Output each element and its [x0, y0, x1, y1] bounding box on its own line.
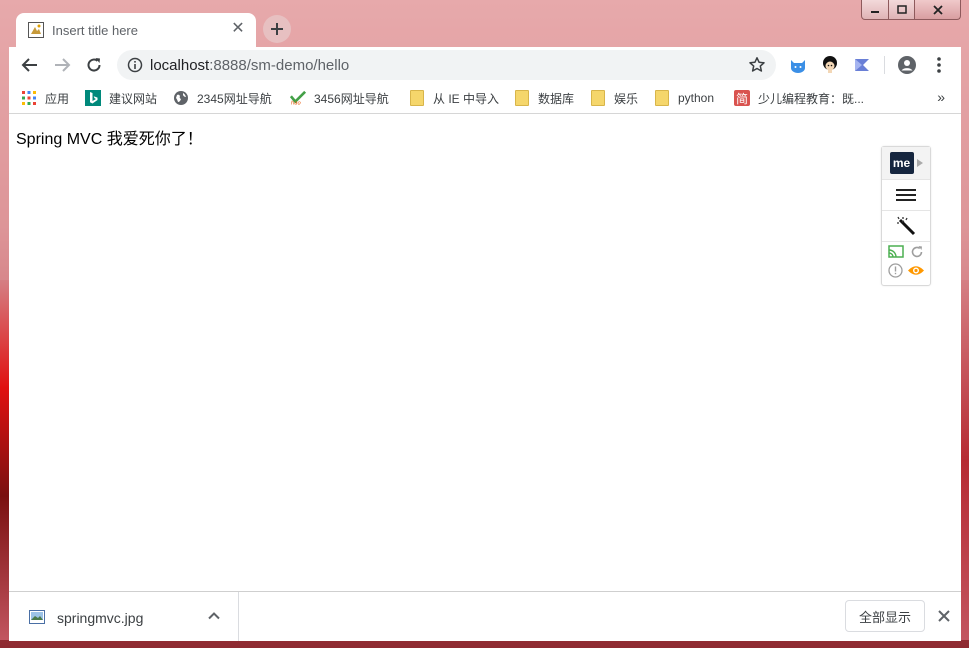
back-button[interactable] [19, 54, 41, 76]
maximize-button[interactable] [889, 0, 915, 20]
eye-icon[interactable] [907, 264, 925, 282]
cat-extension-icon [791, 60, 805, 73]
bookmark-suggested-sites[interactable]: 建议网站 [85, 89, 157, 107]
arrow-left-icon [21, 58, 37, 72]
download-file-name: springmvc.jpg [57, 610, 144, 626]
show-all-downloads-button[interactable]: 全部显示 [845, 600, 925, 632]
url-path: :8888/sm-demo/hello [209, 57, 350, 74]
bookmark-star-icon[interactable] [748, 56, 766, 74]
menu-button[interactable] [928, 54, 950, 76]
forward-button[interactable] [51, 54, 73, 76]
bookmark-label: 建议网站 [109, 91, 158, 106]
bookmark-label: 从 IE 中导入 [433, 91, 500, 106]
apps-grid-icon [21, 90, 37, 106]
close-window-button[interactable] [915, 0, 961, 20]
browser-toolbar: localhost:8888/sm-demo/hello [9, 47, 961, 83]
warning-icon[interactable] [888, 263, 903, 283]
bookmark-3456[interactable]: hao 3456网址导航 [290, 89, 389, 107]
svg-text:hao: hao [291, 101, 302, 106]
download-item[interactable]: springmvc.jpg [9, 592, 239, 641]
plus-icon [271, 23, 283, 35]
url-host: localhost [150, 57, 210, 74]
magic-wand-icon [897, 216, 916, 236]
hao-icon: hao [290, 90, 306, 106]
reload-icon [87, 58, 101, 72]
maximize-icon [896, 4, 907, 14]
bookmark-label: 2345网址导航 [197, 91, 272, 106]
extension-arrow-button[interactable] [851, 54, 873, 76]
bookmark-folder-ie-import[interactable]: 从 IE 中导入 [409, 89, 499, 107]
extension-floating-panel: me [881, 146, 931, 286]
panel-magic-wand-button[interactable] [882, 211, 930, 242]
close-icon [938, 610, 950, 622]
profile-button[interactable] [896, 54, 918, 76]
bing-icon [85, 90, 101, 106]
close-icon [932, 4, 943, 15]
url-text[interactable]: localhost:8888/sm-demo/hello [150, 57, 349, 74]
new-tab-button[interactable] [263, 15, 291, 43]
svg-text:简: 简 [736, 92, 748, 106]
address-bar[interactable]: localhost:8888/sm-demo/hello [117, 50, 776, 80]
bookmark-2345[interactable]: 2345网址导航 [173, 89, 272, 107]
extension-face-button[interactable] [819, 54, 841, 76]
reload-button[interactable] [83, 54, 105, 76]
toolbar-separator [884, 56, 885, 74]
folder-icon [590, 90, 606, 106]
minimize-button[interactable] [861, 0, 889, 20]
extension-cat-button[interactable] [787, 54, 809, 76]
folder-icon [514, 90, 530, 106]
tab-title: Insert title here [52, 23, 138, 38]
bookmark-kids-coding[interactable]: 简 少儿编程教育：既... [734, 89, 864, 107]
bookmarks-bar: 应用 建议网站 2345网址导航 hao 3456网址导航 从 IE 中导入 数… [9, 83, 961, 114]
image-file-icon [29, 610, 45, 624]
close-download-shelf-button[interactable] [934, 606, 954, 626]
page-favicon-icon [28, 22, 44, 38]
bookmark-folder-entertainment[interactable]: 娱乐 [590, 89, 638, 107]
me-extension-row[interactable]: me [882, 147, 930, 180]
more-vertical-icon [937, 57, 941, 73]
globe-icon [173, 90, 189, 106]
caret-right-icon [916, 159, 923, 167]
bookmark-label: 少儿编程教育：既... [758, 91, 865, 106]
frame-right-edge [960, 280, 969, 640]
jian-icon: 简 [734, 90, 750, 106]
bookmark-label: python [678, 91, 715, 105]
window-controls [861, 0, 961, 20]
bookmark-folder-database[interactable]: 数据库 [514, 89, 574, 107]
bookmark-label: 3456网址导航 [314, 91, 389, 106]
face-extension-icon [823, 56, 837, 73]
bookmark-label: 数据库 [538, 91, 575, 106]
account-circle-icon [898, 56, 916, 74]
arrow-right-icon [55, 58, 71, 72]
bookmark-label: 娱乐 [614, 91, 639, 106]
tab-close-icon[interactable]: ✕ [230, 21, 246, 37]
flag-extension-icon [855, 59, 869, 71]
cast-icon[interactable] [888, 245, 904, 264]
browser-tab[interactable]: Insert title here ✕ [16, 13, 256, 47]
folder-icon [409, 90, 425, 106]
hamburger-icon [896, 189, 916, 201]
bookmark-folder-python[interactable]: python [654, 89, 714, 107]
chevron-up-icon[interactable] [207, 609, 221, 623]
page-content: Spring MVC 我爱死你了！ me [9, 114, 961, 591]
me-badge: me [889, 152, 914, 174]
frame-left-edge [0, 280, 9, 640]
refresh-icon[interactable] [910, 245, 924, 264]
bookmarks-overflow-button[interactable]: » [937, 89, 945, 105]
download-shelf: springmvc.jpg 全部显示 [9, 591, 961, 641]
bookmark-apps[interactable]: 应用 [21, 89, 69, 107]
minimize-icon [871, 10, 879, 13]
panel-menu-button[interactable] [882, 180, 930, 211]
info-icon[interactable] [127, 57, 143, 73]
folder-icon [654, 90, 670, 106]
bookmark-label: 应用 [45, 91, 70, 106]
page-message: Spring MVC 我爱死你了！ [16, 131, 203, 148]
